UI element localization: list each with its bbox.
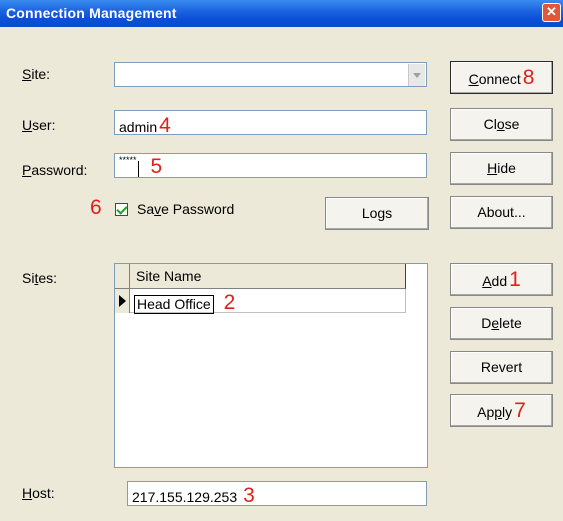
sites-label: Sites: [22,270,58,286]
close-button[interactable]: Close [450,108,553,141]
annotation-7: 7 [514,399,526,422]
add-button[interactable]: Add1 [450,263,553,296]
host-value: 217.155.129.253 [132,489,238,505]
annotation-6: 6 [90,196,102,219]
site-name-column-header[interactable]: Site Name [130,264,406,289]
password-value: ***** [119,155,137,165]
window-title: Connection Management [6,5,177,21]
host-input[interactable]: 217.155.129.253 3 [127,481,427,506]
revert-button[interactable]: Revert [450,351,553,384]
password-label: Password: [22,162,88,178]
row-indicator-icon [115,289,130,313]
annotation-8: 8 [522,66,535,89]
site-combobox[interactable] [114,62,427,87]
logs-button[interactable]: Logs [325,197,429,230]
title-bar: Connection Management ✕ [0,0,563,27]
grid-corner [115,264,130,289]
annotation-3: 3 [243,484,255,506]
annotation-2: 2 [223,291,236,314]
save-password-checkbox[interactable] [115,203,128,216]
close-window-icon[interactable]: ✕ [542,3,561,22]
user-input[interactable]: admin4 [114,110,427,135]
about-button[interactable]: About... [450,196,553,229]
hide-button[interactable]: Hide [450,152,553,185]
password-input[interactable]: ***** 5 [114,153,427,178]
sites-grid[interactable]: Site Name Head Office 2 [114,263,428,468]
user-value: admin [119,119,158,135]
save-password-label[interactable]: Save Password [137,201,234,217]
apply-button[interactable]: Apply7 [450,394,553,427]
annotation-1: 1 [509,268,521,291]
chevron-down-icon[interactable] [408,64,425,86]
site-name-cell[interactable]: Head Office [134,295,214,314]
annotation-5: 5 [150,155,163,178]
user-label: User: [22,117,56,133]
text-cursor [137,161,139,177]
host-label: Host: [22,485,55,501]
connect-button[interactable]: Connect8 [450,61,553,94]
site-label: Site: [22,66,51,82]
annotation-4: 4 [159,114,171,135]
table-row[interactable]: Head Office 2 [130,289,406,314]
delete-button[interactable]: Delete [450,307,553,340]
